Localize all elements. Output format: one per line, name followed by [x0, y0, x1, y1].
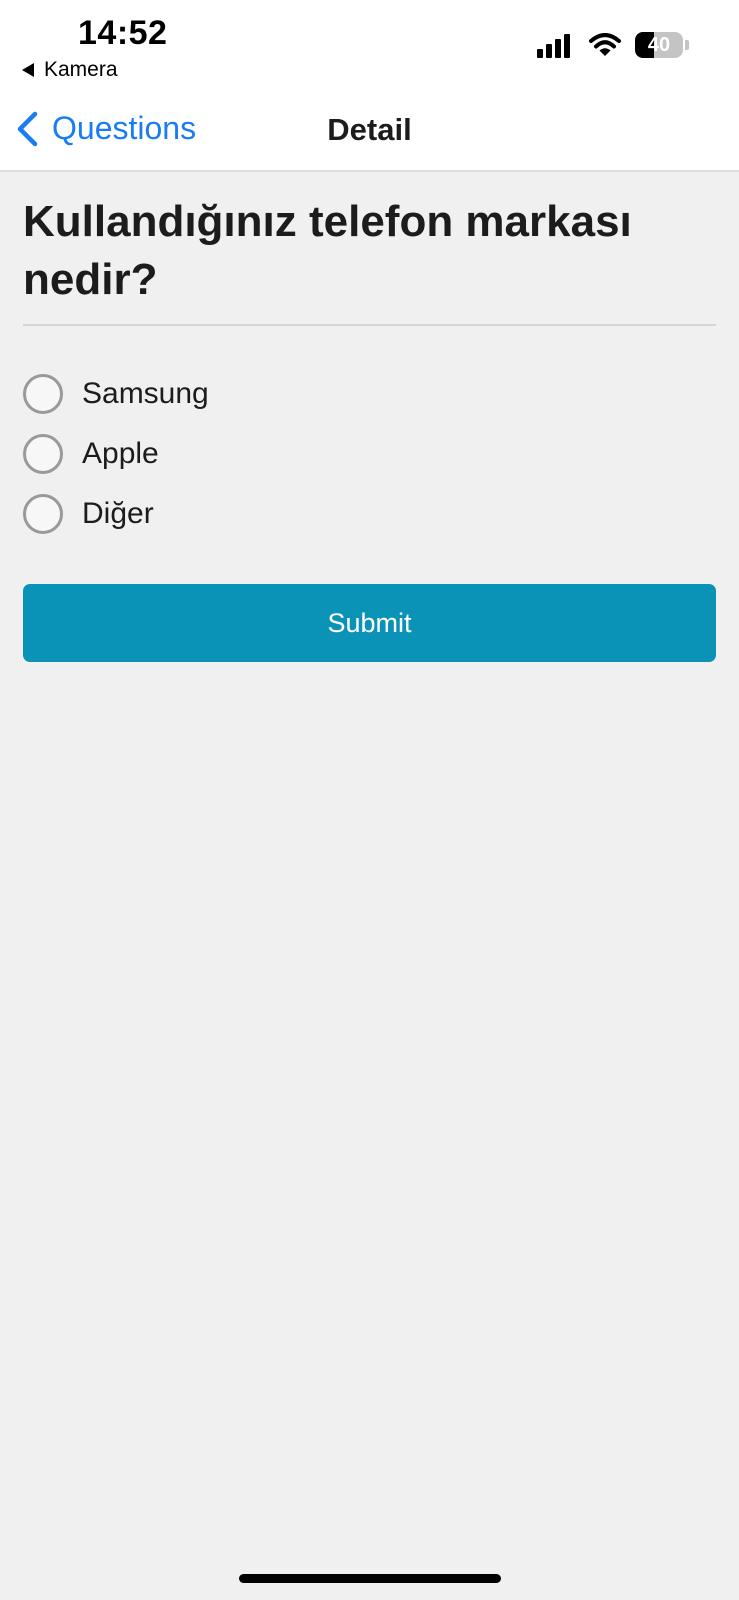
radio-button[interactable] — [23, 374, 63, 414]
option-samsung[interactable]: Samsung — [23, 371, 716, 417]
battery-icon: 40 — [635, 32, 683, 58]
cellular-signal-icon — [537, 32, 573, 58]
return-to-app-link[interactable]: Kamera — [22, 58, 118, 82]
radio-button[interactable] — [23, 494, 63, 534]
nav-title: Detail — [327, 112, 412, 147]
status-time: 14:52 — [78, 14, 168, 52]
back-triangle-icon — [22, 63, 34, 77]
battery-cap — [685, 40, 689, 50]
question-divider — [23, 324, 716, 326]
option-label: Samsung — [82, 377, 209, 410]
submit-button[interactable]: Submit — [23, 584, 716, 662]
option-apple[interactable]: Apple — [23, 431, 716, 477]
battery-percentage: 40 — [647, 34, 671, 56]
status-icons: 40 — [537, 32, 689, 58]
return-app-label: Kamera — [44, 58, 118, 81]
radio-button[interactable] — [23, 434, 63, 474]
question-title: Kullandığınız telefon markası nedir? — [23, 197, 632, 304]
option-diger[interactable]: Diğer — [23, 491, 716, 537]
home-indicator[interactable] — [239, 1574, 501, 1583]
wifi-icon — [589, 33, 621, 56]
option-label: Apple — [82, 437, 159, 470]
answer-options: Samsung Apple Diğer — [23, 371, 716, 551]
top-bar: 14:52 Kamera 40 Questions Detail — [0, 0, 739, 172]
option-label: Diğer — [82, 497, 154, 530]
